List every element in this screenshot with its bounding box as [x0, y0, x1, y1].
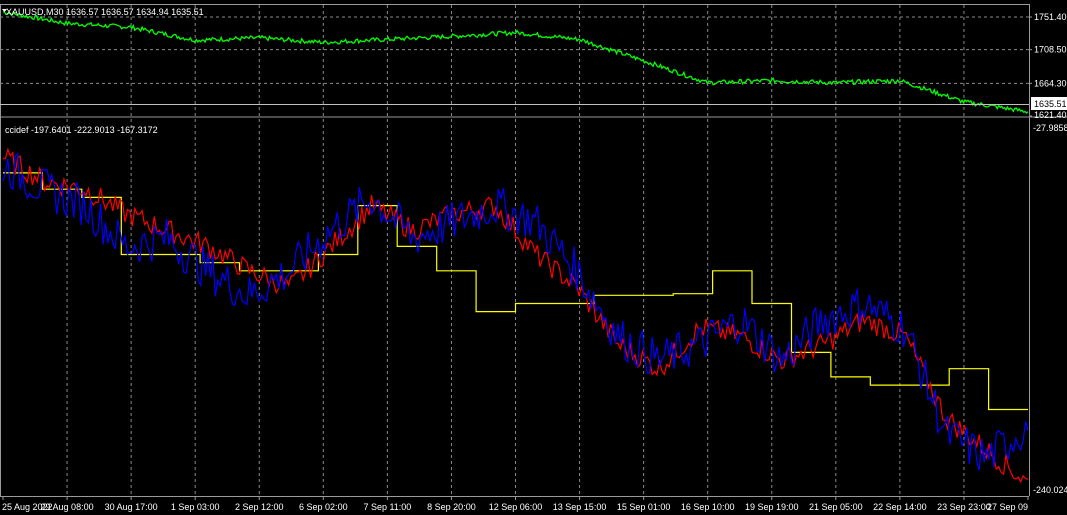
time-tick-label: 15 Sep 01:00	[617, 502, 671, 512]
background	[0, 0, 1067, 515]
time-tick-label: 2 Sep 12:00	[235, 502, 284, 512]
time-tick-label: 29 Aug 08:00	[41, 502, 94, 512]
time-tick-label: 30 Aug 17:00	[105, 502, 158, 512]
time-tick-label: 13 Sep 15:00	[553, 502, 607, 512]
time-tick-label: 16 Sep 10:00	[681, 502, 735, 512]
price-tick-label: 1664.30	[1034, 78, 1067, 88]
time-tick-label: 6 Sep 02:00	[299, 502, 348, 512]
indicator-header: ccidef -197.6401 -222.9013 -167.3172	[5, 125, 158, 135]
time-tick-label: 27 Sep 09	[987, 502, 1028, 512]
chart-canvas: XAUUSD,M30 1636.57 1636.57 1634.94 1635.…	[0, 0, 1067, 515]
indicator-bottom-value: -240.0249	[1033, 485, 1067, 495]
price-tick-label: 1751.40	[1034, 12, 1067, 22]
time-tick-label: 1 Sep 03:00	[171, 502, 220, 512]
current-price-label: 1635.51	[1034, 99, 1067, 109]
time-tick-label: 21 Sep 05:00	[809, 502, 863, 512]
chart-frame	[0, 0, 1067, 515]
symbol-header: XAUUSD,M30 1636.57 1636.57 1634.94 1635.…	[6, 7, 204, 17]
price-tick-label: 1621.40	[1034, 110, 1067, 120]
time-tick-label: 23 Sep 23:00	[937, 502, 991, 512]
indicator-top-value: -27.9858	[1033, 123, 1067, 133]
price-tick-label: 1708.50	[1034, 45, 1067, 55]
time-tick-label: 19 Sep 19:00	[745, 502, 799, 512]
time-tick-label: 7 Sep 11:00	[363, 502, 411, 512]
time-tick-label: 12 Sep 06:00	[489, 502, 543, 512]
time-tick-label: 8 Sep 20:00	[427, 502, 476, 512]
time-tick-label: 22 Sep 14:00	[873, 502, 927, 512]
